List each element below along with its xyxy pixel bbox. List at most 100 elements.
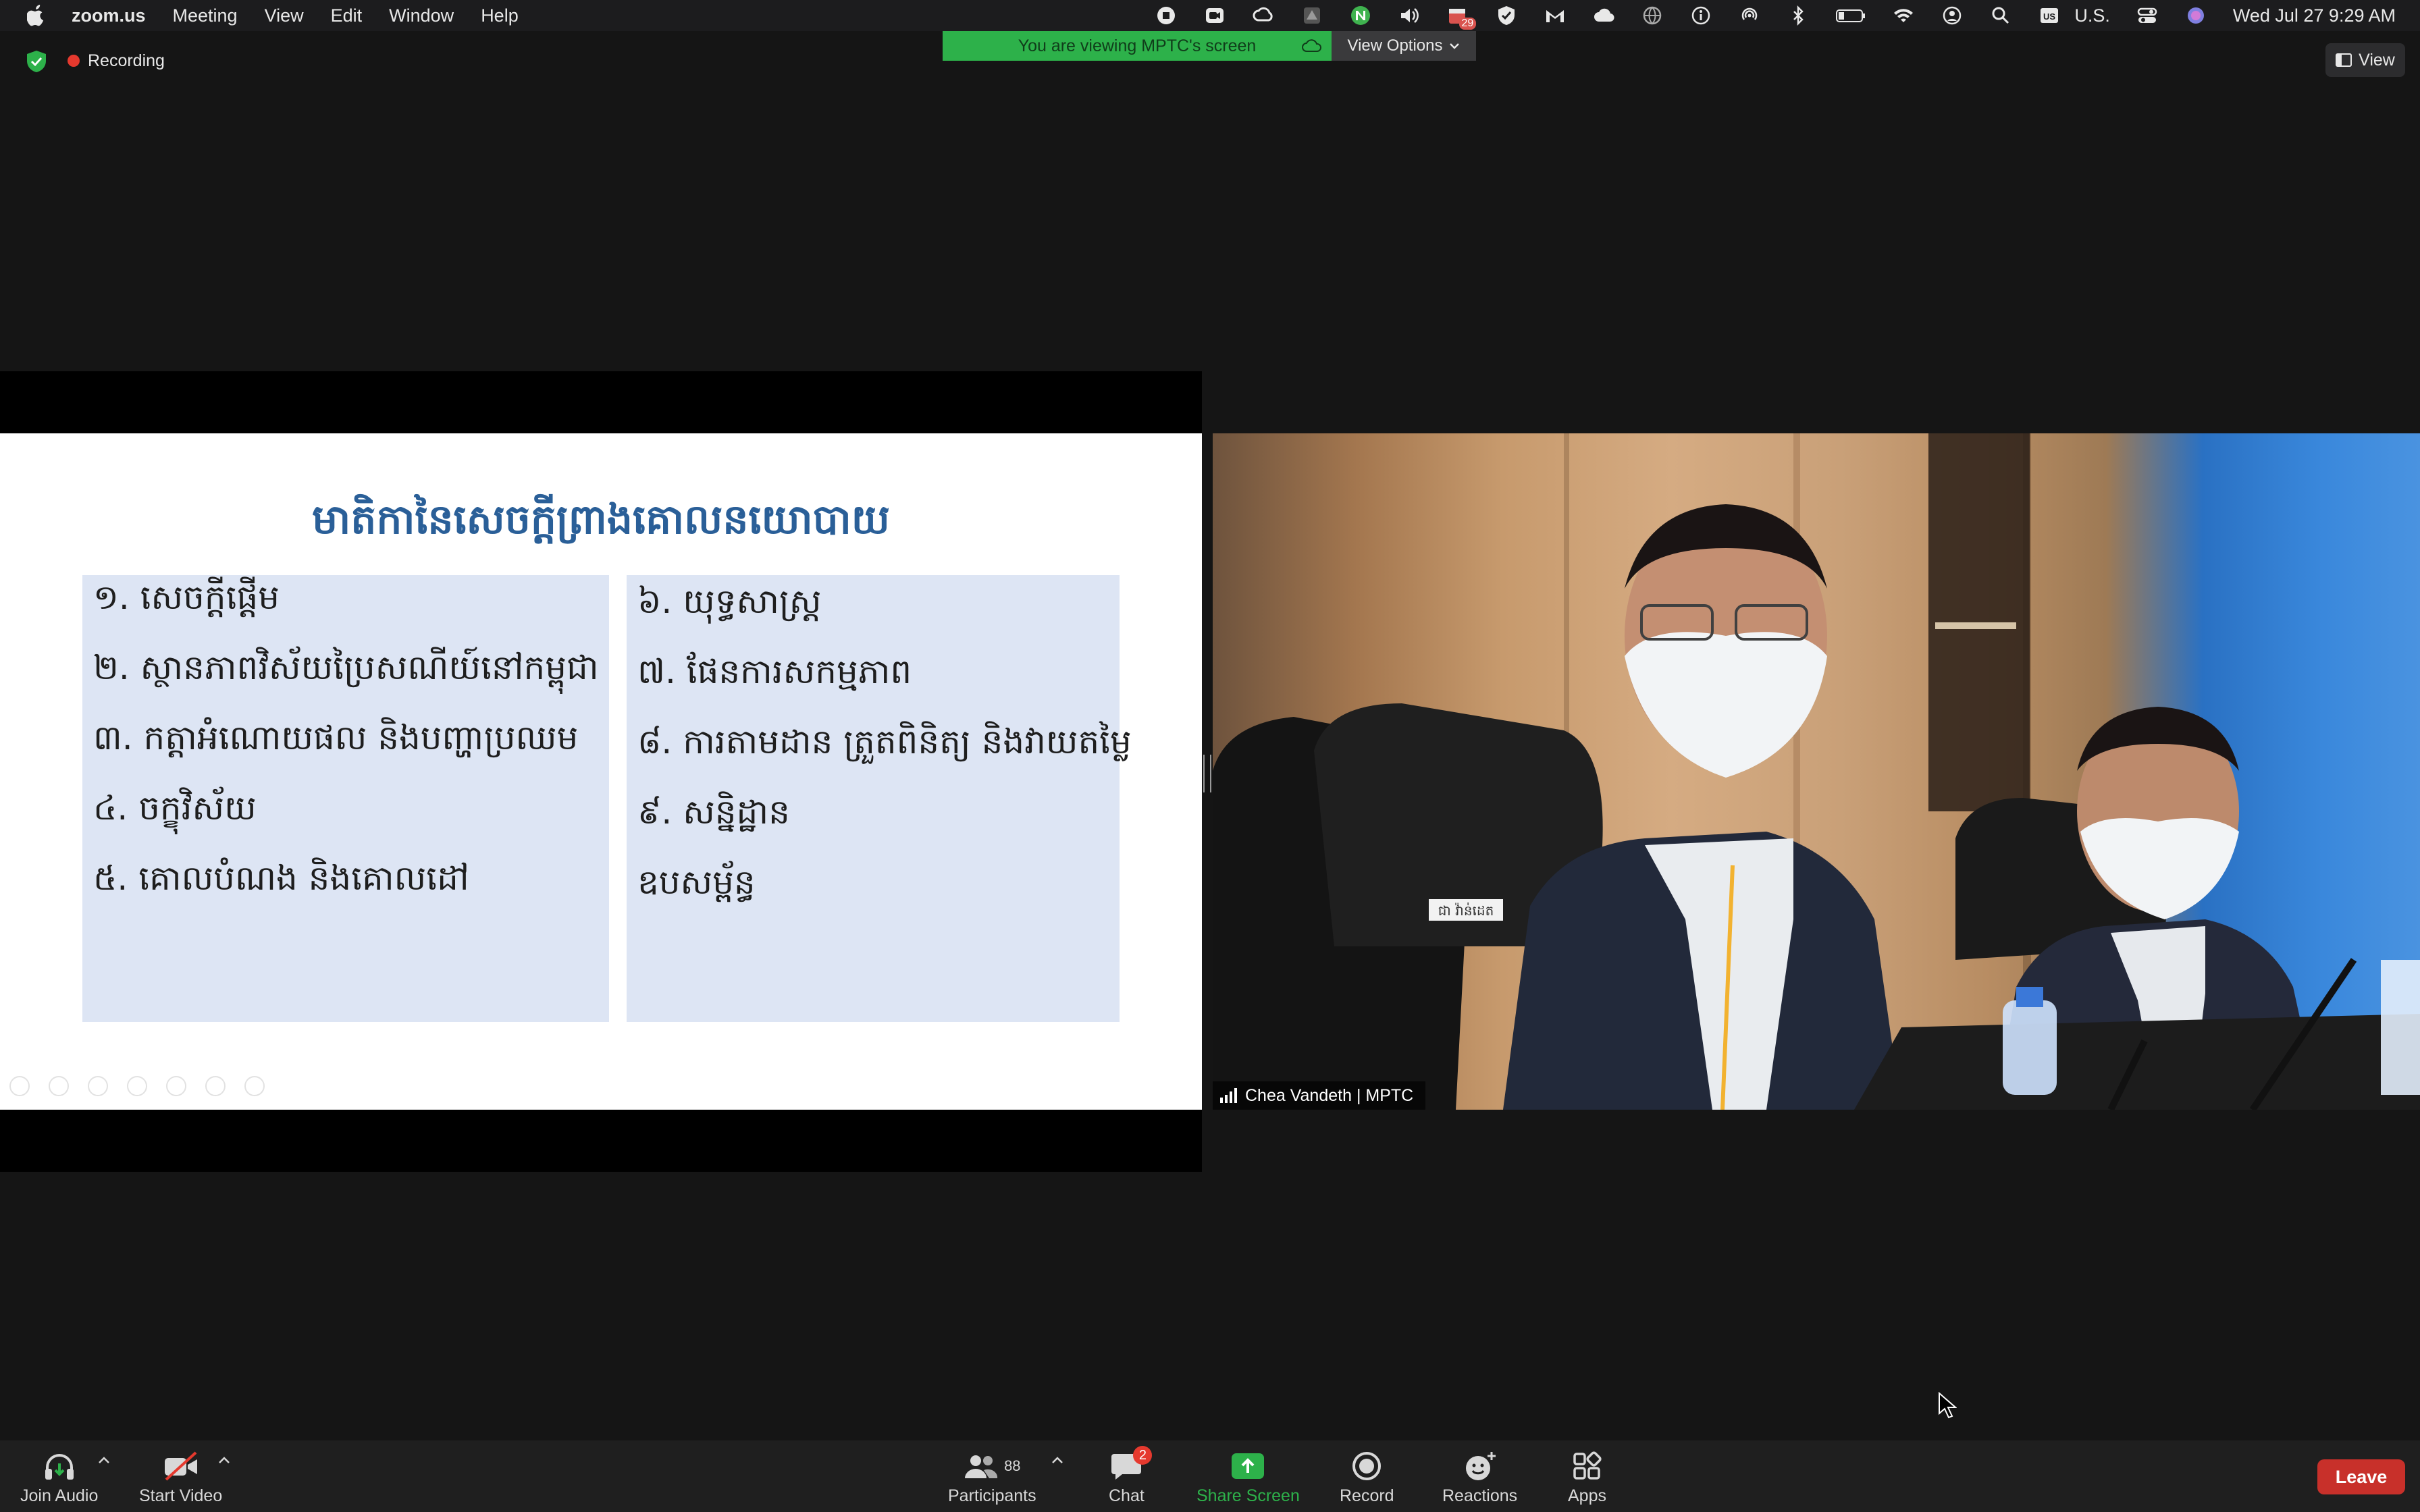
meeting-toolbar: Join Audio Start Video 88 Participants 2… <box>0 1440 2420 1512</box>
chat-unread-badge: 2 <box>1133 1446 1153 1465</box>
chat-label: Chat <box>1109 1486 1145 1505</box>
layout-icon <box>2336 53 2352 67</box>
leave-label: Leave <box>2335 1466 2388 1487</box>
join-audio-button[interactable]: Join Audio <box>20 1449 98 1506</box>
split-view-resize-handle[interactable] <box>1203 755 1211 792</box>
slide-prev-icon[interactable] <box>9 1076 30 1096</box>
recording-label: Recording <box>88 51 165 70</box>
leave-meeting-button[interactable]: Leave <box>2317 1459 2405 1494</box>
volume-icon[interactable] <box>1398 4 1421 27</box>
calendar-badge-count: 29 <box>1458 18 1477 30</box>
control-center-icon[interactable] <box>2136 4 2159 27</box>
viewing-screen-banner: You are viewing MPTC's screen <box>943 31 1332 61</box>
view-button-label: View <box>2359 50 2395 70</box>
globe-icon[interactable] <box>1641 4 1664 27</box>
menu-window[interactable]: Window <box>389 5 454 26</box>
signal-strength-icon <box>1220 1088 1237 1103</box>
menu-meeting[interactable]: Meeting <box>173 5 238 26</box>
slide-item: ២. ស្ថានភាពវិស័យប្រៃសណីយ៍នៅកម្ពុជា <box>93 648 599 687</box>
menu-help[interactable]: Help <box>481 5 519 26</box>
participant-video[interactable]: ជា វ៉ាន់ដេត Chea Vandeth | MPTC <box>1213 433 2420 1110</box>
shared-screen[interactable]: មាតិកានៃសេចក្តីព្រាងគោលនយោបាយ ១. សេចក្តី… <box>0 371 1202 1172</box>
record-button[interactable]: Record <box>1340 1449 1394 1506</box>
participants-label: Participants <box>948 1486 1036 1505</box>
recording-indicator[interactable]: Recording <box>68 49 165 73</box>
info-icon[interactable] <box>1689 4 1712 27</box>
slide-right-column: ៦. យុទ្ធសាស្ត្រ ៧. ផែនការសកម្មភាព ៨. ការ… <box>627 575 1132 1022</box>
chat-button[interactable]: 2 Chat <box>1109 1446 1153 1506</box>
video-frame-illustration: ជា វ៉ាន់ដេត <box>1213 433 2420 1110</box>
participants-chevron-icon[interactable] <box>1051 1455 1064 1465</box>
apps-label: Apps <box>1568 1486 1606 1505</box>
status-tray: 29 US U.S. Wed Jul 27 9:29 AM <box>1129 0 2396 31</box>
drive-icon[interactable] <box>1300 4 1323 27</box>
join-audio-label: Join Audio <box>20 1486 99 1505</box>
bluetooth-icon[interactable] <box>1787 4 1810 27</box>
viewing-banner-text: You are viewing MPTC's screen <box>1018 36 1257 55</box>
airdrop-icon[interactable] <box>1738 4 1761 27</box>
recording-dot-icon <box>68 55 80 67</box>
calendar-badge-icon[interactable]: 29 <box>1446 4 1477 30</box>
creative-cloud-icon[interactable] <box>1252 4 1275 27</box>
chair-placard-text: ជា វ៉ាន់ដេត <box>1438 902 1494 919</box>
slide-pen-icon[interactable] <box>88 1076 108 1096</box>
share-screen-button[interactable]: Share Screen <box>1196 1449 1300 1506</box>
slide-item: ៣. កត្តាអំណោយផល និងបញ្ហាប្រឈម <box>93 718 579 757</box>
participants-count: 88 <box>1004 1457 1021 1474</box>
slide-pointer-icon[interactable] <box>127 1076 147 1096</box>
slide-left-column: ១. សេចក្តីផ្តើម ២. ស្ថានភាពវិស័យប្រៃសណីយ… <box>82 575 609 1022</box>
shield-check-icon[interactable] <box>1495 4 1518 27</box>
menu-bar: zoom.us Meeting View Edit Window Help 29… <box>0 0 2420 31</box>
participant-name-tag: Chea Vandeth | MPTC <box>1213 1081 1426 1110</box>
slide-title: មាតិកានៃសេចក្តីព្រាងគោលនយោបាយ <box>312 496 890 543</box>
user-icon[interactable] <box>1941 4 1964 27</box>
video-options-chevron-icon[interactable] <box>217 1455 231 1465</box>
slide-control-bar <box>9 1076 265 1096</box>
menubar-clock[interactable]: Wed Jul 27 9:29 AM <box>2233 5 2396 26</box>
view-options-button[interactable]: View Options <box>1332 31 1476 61</box>
slide-grid-icon[interactable] <box>205 1076 226 1096</box>
flag-icon[interactable]: US <box>2038 4 2061 27</box>
presentation-slide: មាតិកានៃសេចក្តីព្រាងគោលនយោបាយ ១. សេចក្តី… <box>0 433 1202 1110</box>
start-video-label: Start Video <box>139 1486 223 1505</box>
video-off-icon <box>164 1451 197 1481</box>
menu-view[interactable]: View <box>265 5 304 26</box>
menu-app-name[interactable]: zoom.us <box>72 5 146 26</box>
chevron-down-icon <box>1450 43 1460 49</box>
zoom-video-icon[interactable] <box>1203 4 1226 27</box>
screen-record-icon[interactable] <box>1155 4 1178 27</box>
record-label: Record <box>1340 1486 1394 1505</box>
input-source-label[interactable]: U.S. <box>2074 5 2110 26</box>
reactions-button[interactable]: Reactions <box>1442 1449 1517 1506</box>
siri-icon[interactable] <box>2184 4 2207 27</box>
start-video-button[interactable]: Start Video <box>139 1449 222 1506</box>
slide-item: ៥. គោលបំណង និងគោលដៅ <box>93 859 469 898</box>
headphones-icon <box>45 1454 74 1480</box>
gmail-icon[interactable] <box>1544 4 1567 27</box>
encryption-shield-icon[interactable] <box>26 50 47 73</box>
battery-icon <box>1835 4 1866 27</box>
reactions-icon <box>1465 1452 1496 1480</box>
participant-name: Chea Vandeth | MPTC <box>1245 1085 1414 1105</box>
share-screen-label: Share Screen <box>1196 1486 1300 1505</box>
slide-item: ៤. ចក្ខុវិស័យ <box>93 788 257 828</box>
wifi-icon[interactable] <box>1892 4 1915 27</box>
menu-edit[interactable]: Edit <box>331 5 363 26</box>
slide-item: ឧបសម្ព័ន្ធ <box>637 863 756 902</box>
participants-button[interactable]: 88 Participants <box>948 1449 1036 1506</box>
apple-logo-icon[interactable] <box>27 5 46 26</box>
slide-item: ៧. ផែនការសកម្មភាព <box>637 652 912 691</box>
audio-options-chevron-icon[interactable] <box>97 1455 111 1465</box>
slide-zoom-icon[interactable] <box>166 1076 186 1096</box>
reactions-label: Reactions <box>1442 1486 1518 1505</box>
nordvpn-icon[interactable] <box>1349 4 1372 27</box>
cloud-icon[interactable] <box>1592 4 1615 27</box>
apps-icon <box>1573 1451 1602 1480</box>
view-options-label: View Options <box>1347 36 1443 55</box>
svg-text:US: US <box>2043 11 2055 22</box>
slide-more-icon[interactable] <box>244 1076 265 1096</box>
view-layout-button[interactable]: View <box>2325 43 2405 77</box>
slide-next-icon[interactable] <box>49 1076 69 1096</box>
search-icon[interactable] <box>1989 4 2012 27</box>
apps-button[interactable]: Apps <box>1568 1449 1606 1506</box>
